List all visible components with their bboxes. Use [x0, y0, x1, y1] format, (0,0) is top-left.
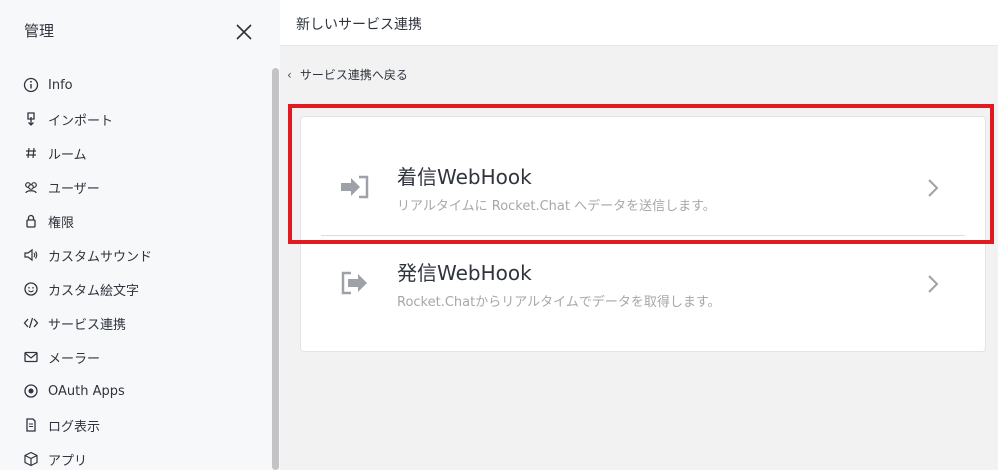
option-title: 着信WebHook: [397, 165, 532, 189]
info-icon: [22, 76, 40, 94]
integration-type-card: 着信WebHook リアルタイムに Rocket.Chat へデータを送信します…: [300, 116, 986, 352]
chevron-left-icon: ‹: [287, 67, 292, 82]
sidebar-item-label: カスタム絵文字: [48, 283, 140, 299]
sidebar-item-integrations[interactable]: サービス連携: [0, 306, 270, 340]
sidebar-item-label: アプリ: [48, 453, 88, 469]
sidebar-nav: Info インポート ルーム ユーザー 権限 カスタムサウンド カスタム絵文字 …: [0, 68, 270, 470]
sound-icon: [22, 246, 40, 264]
incoming-webhook-option[interactable]: 着信WebHook リアルタイムに Rocket.Chat へデータを送信します…: [301, 139, 987, 235]
lock-icon: [22, 212, 40, 230]
sidebar-title: 管理: [24, 22, 55, 40]
sidebar-item-label: Info: [48, 77, 73, 93]
mail-icon: [22, 348, 40, 366]
sidebar-item-label: ログ表示: [48, 419, 101, 435]
sidebar-item-rooms[interactable]: ルーム: [0, 136, 270, 170]
sidebar-header: 管理: [0, 0, 280, 62]
option-title: 発信WebHook: [397, 261, 532, 285]
sidebar-item-label: OAuth Apps: [48, 383, 125, 399]
sidebar-item-label: ユーザー: [48, 181, 100, 197]
chevron-right-icon: [925, 273, 941, 295]
sidebar-item-custom-emoji[interactable]: カスタム絵文字: [0, 272, 270, 306]
sidebar-item-apps[interactable]: アプリ: [0, 442, 270, 470]
admin-sidebar: 管理 Info インポート ルーム ユーザー 権限 カスタムサウンド カスタム絵…: [0, 0, 280, 470]
incoming-webhook-icon: [339, 173, 371, 201]
sidebar-item-label: サービス連携: [48, 317, 127, 333]
oauth-icon: [22, 382, 40, 400]
sidebar-item-label: インポート: [48, 113, 114, 129]
sidebar-item-view-logs[interactable]: ログ表示: [0, 408, 270, 442]
page-header: 新しいサービス連携: [280, 0, 998, 46]
outgoing-webhook-icon: [339, 269, 371, 297]
outgoing-webhook-option[interactable]: 発信WebHook Rocket.Chatからリアルタイムでデータを取得します。: [301, 235, 987, 331]
users-icon: [22, 178, 40, 196]
option-description: Rocket.Chatからリアルタイムでデータを取得します。: [397, 295, 721, 310]
sidebar-item-oauth-apps[interactable]: OAuth Apps: [0, 374, 270, 408]
chevron-right-icon: [925, 177, 941, 199]
back-to-integrations-link[interactable]: ‹ サービス連携へ戻る: [287, 66, 408, 83]
option-description: リアルタイムに Rocket.Chat へデータを送信します。: [397, 199, 716, 214]
sidebar-item-label: ルーム: [48, 147, 87, 163]
sidebar-scrollbar[interactable]: [272, 68, 279, 470]
hashtag-icon: [22, 144, 40, 162]
import-icon: [22, 110, 40, 128]
emoji-icon: [22, 280, 40, 298]
sidebar-item-label: カスタムサウンド: [48, 249, 153, 265]
sidebar-item-import[interactable]: インポート: [0, 102, 270, 136]
page-title: 新しいサービス連携: [296, 17, 422, 33]
code-icon: [22, 314, 40, 332]
back-link-label: サービス連携へ戻る: [299, 68, 408, 82]
sidebar-item-custom-sounds[interactable]: カスタムサウンド: [0, 238, 270, 272]
sidebar-item-users[interactable]: ユーザー: [0, 170, 270, 204]
sidebar-item-info[interactable]: Info: [0, 68, 270, 102]
log-icon: [22, 416, 40, 434]
cube-icon: [22, 450, 40, 468]
close-icon[interactable]: [234, 22, 254, 42]
sidebar-item-mailer[interactable]: メーラー: [0, 340, 270, 374]
sidebar-item-label: メーラー: [48, 351, 101, 367]
sidebar-item-permissions[interactable]: 権限: [0, 204, 270, 238]
sidebar-item-label: 権限: [48, 215, 75, 231]
